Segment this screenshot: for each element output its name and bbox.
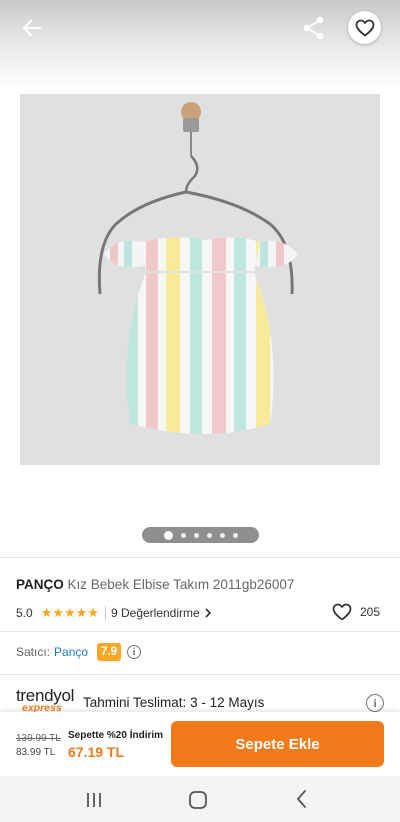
product-title: PANÇO Kız Bebek Elbise Takım 2011gb26007 bbox=[16, 577, 294, 592]
gallery-dot[interactable] bbox=[232, 532, 238, 538]
home-icon[interactable] bbox=[188, 790, 208, 810]
purchase-bar: 139.99 TL 83.99 TL Sepette %20 İndirim 6… bbox=[0, 712, 400, 776]
system-nav-bar bbox=[0, 776, 400, 822]
gallery-dot-active[interactable] bbox=[163, 530, 173, 540]
arrow-left-icon bbox=[22, 19, 42, 37]
gallery-dot[interactable] bbox=[193, 532, 199, 538]
gallery-pagination[interactable] bbox=[142, 527, 259, 543]
favorite-button[interactable] bbox=[348, 11, 381, 44]
old-price: 139.99 TL bbox=[16, 733, 61, 744]
rating-row: 5.0 ★★★★★ 9 Değerlendirme 205 bbox=[16, 603, 386, 623]
favorite-count-value: 205 bbox=[359, 605, 380, 619]
product-brand[interactable]: PANÇO bbox=[16, 577, 64, 592]
separator bbox=[104, 606, 106, 620]
seller-score-badge: 7.9 bbox=[97, 643, 122, 661]
gallery-dot[interactable] bbox=[206, 532, 212, 538]
recents-icon[interactable] bbox=[85, 792, 103, 808]
dress-photo bbox=[20, 94, 380, 465]
rating-stars: ★★★★★ bbox=[40, 605, 99, 620]
gallery-dot[interactable] bbox=[180, 532, 186, 538]
delivery-estimate: Tahmini Teslimat: 3 - 12 Mayıs bbox=[83, 695, 264, 710]
gallery-dot[interactable] bbox=[219, 532, 225, 538]
reviews-label: 9 Değerlendirme bbox=[110, 606, 200, 620]
divider bbox=[0, 557, 400, 558]
chevron-right-icon bbox=[205, 608, 211, 618]
heart-outline-icon bbox=[332, 603, 352, 621]
seller-label: Satıcı: bbox=[16, 645, 51, 659]
top-bar bbox=[0, 0, 400, 56]
share-button[interactable] bbox=[301, 14, 327, 42]
heart-outline-icon bbox=[355, 19, 374, 36]
info-icon[interactable]: i bbox=[366, 694, 384, 712]
divider bbox=[0, 674, 400, 675]
favorite-count[interactable]: 205 bbox=[332, 603, 380, 621]
final-price: 67.19 TL bbox=[68, 744, 125, 760]
nav-back-icon[interactable] bbox=[294, 789, 310, 809]
product-image[interactable] bbox=[20, 94, 380, 465]
divider bbox=[0, 631, 400, 632]
back-button[interactable] bbox=[18, 14, 46, 42]
product-name: Kız Bebek Elbise Takım 2011gb26007 bbox=[67, 577, 295, 592]
seller-link[interactable]: Panço bbox=[54, 645, 88, 659]
delivery-dates: 3 - 12 Mayıs bbox=[190, 695, 265, 710]
price: 83.99 TL bbox=[16, 747, 56, 758]
reviews-link[interactable]: 9 Değerlendirme bbox=[111, 606, 212, 620]
seller-row: Satıcı: Panço 7.9 i bbox=[16, 642, 142, 662]
share-icon bbox=[303, 16, 324, 40]
rating-value: 5.0 bbox=[16, 606, 33, 620]
delivery-label: Tahmini Teslimat: bbox=[83, 695, 187, 710]
info-icon[interactable]: i bbox=[127, 645, 142, 659]
add-to-cart-button[interactable]: Sepete Ekle bbox=[171, 721, 384, 767]
discount-label: Sepette %20 İndirim bbox=[68, 730, 164, 741]
